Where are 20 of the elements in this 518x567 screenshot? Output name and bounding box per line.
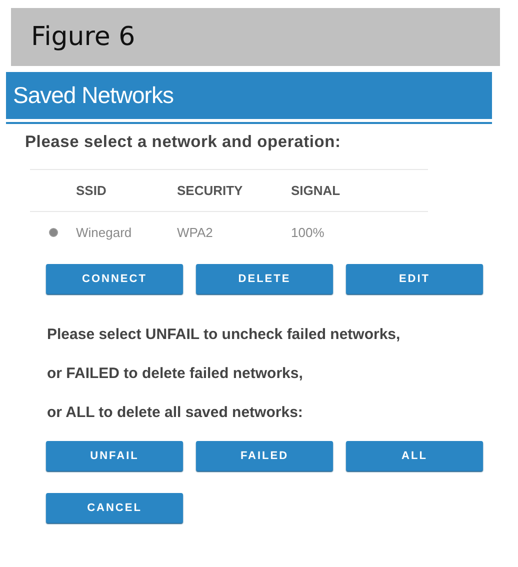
instruction-text: or FAILED to delete failed networks, — [47, 364, 304, 384]
figure-caption: Figure 6 — [11, 8, 500, 66]
column-header: SECURITY — [177, 182, 244, 200]
cleanup-button[interactable]: UNFAIL — [46, 440, 183, 471]
instruction-text: or ALL to delete all saved networks: — [47, 402, 304, 423]
page-header: Saved Networks — [6, 72, 492, 122]
table-cell-text: WPA2 — [177, 224, 214, 242]
operation-button[interactable]: EDIT — [346, 264, 483, 294]
prompt-text: Please select a network and operation: — [25, 132, 342, 153]
cleanup-button[interactable]: ALL — [346, 440, 483, 471]
operation-button[interactable]: DELETE — [196, 264, 333, 294]
table-cell-text: 100% — [291, 224, 324, 242]
instruction-text: Please select UNFAIL to uncheck failed networks, — [47, 324, 402, 345]
cleanup-button[interactable]: FAILED — [196, 440, 333, 471]
radio-button[interactable] — [48, 228, 58, 238]
column-header: SIGNAL — [291, 182, 340, 200]
cancel-button[interactable]: CANCEL — [46, 492, 183, 523]
operation-button[interactable]: CONNECT — [46, 264, 183, 294]
table-cell-text: Winegard — [76, 224, 133, 242]
column-header: SSID — [76, 182, 108, 200]
